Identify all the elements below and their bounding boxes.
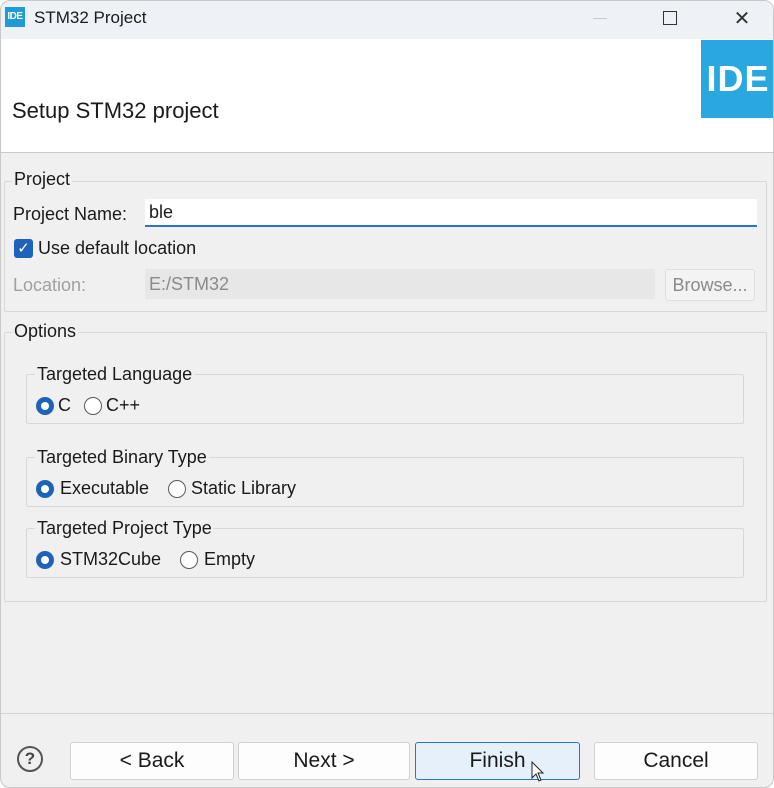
binary-type-group-label: Targeted Binary Type [35,447,209,468]
language-c-radio[interactable] [36,397,54,415]
language-group-label: Targeted Language [35,364,195,385]
binary-static-library-radio[interactable] [168,480,186,498]
minimize-button[interactable] [577,1,623,35]
cancel-button[interactable]: Cancel [594,742,758,780]
language-cpp-label: C++ [106,395,141,415]
project-name-input[interactable] [145,199,757,227]
stm32-project-dialog: IDE STM32 Project ✕ Setup STM32 project … [0,0,774,788]
location-label: Location: [13,275,87,295]
footer-separator [1,713,773,714]
project-type-empty-label: Empty [204,549,256,569]
use-default-location-label: Use default location [38,238,197,258]
help-icon[interactable]: ? [17,746,43,772]
wizard-banner: Setup STM32 project IDE [1,39,773,153]
project-type-group-label: Targeted Project Type [35,518,214,539]
project-name-label: Project Name: [13,204,128,224]
location-input [145,269,655,299]
mouse-pointer-icon [531,761,545,782]
window-title: STM32 Project [34,8,147,27]
options-group-label: Options [12,321,79,342]
project-type-stm32cube-radio[interactable] [36,551,54,569]
language-cpp-radio[interactable] [84,397,102,415]
project-type-empty-radio[interactable] [180,551,198,569]
maximize-icon [663,11,677,25]
binary-executable-radio[interactable] [36,480,54,498]
project-group-label: Project [12,169,73,190]
binary-executable-label: Executable [60,478,150,498]
app-icon: IDE [5,7,25,27]
maximize-button[interactable] [647,1,693,35]
back-button[interactable]: < Back [70,742,234,780]
page-title: Setup STM32 project [12,98,219,123]
next-button[interactable]: Next > [238,742,410,780]
minimize-icon [593,17,607,19]
close-icon: ✕ [733,7,751,30]
project-type-stm32cube-label: STM32Cube [60,549,162,569]
title-bar: IDE STM32 Project ✕ [1,1,773,39]
use-default-location-checkbox[interactable]: ✓ [14,239,33,258]
language-c-label: C [58,395,71,415]
browse-button: Browse... [665,269,755,301]
binary-static-library-label: Static Library [191,478,297,498]
ide-logo: IDE [701,40,773,118]
close-button[interactable]: ✕ [719,1,765,35]
finish-button[interactable]: Finish [415,742,580,780]
